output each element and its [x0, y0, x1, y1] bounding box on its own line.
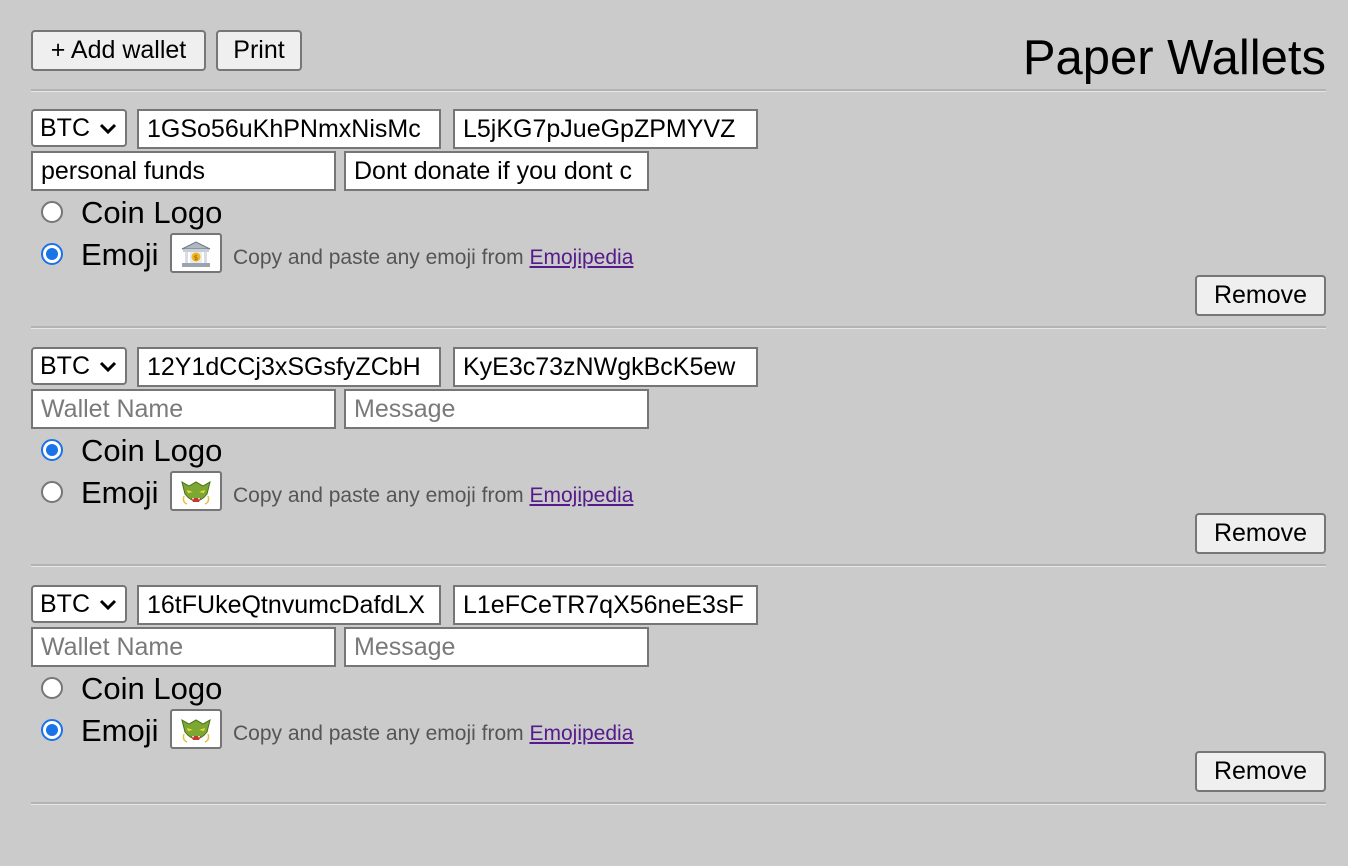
goblin-mask-icon	[181, 480, 211, 505]
print-button[interactable]: Print	[216, 30, 302, 71]
coin-logo-label: Coin Logo	[81, 195, 223, 230]
wallet-card: BTC 12Y1dCCj3xSGsfyZCbH KyE3c73zNWgkBcK5…	[31, 347, 1326, 573]
private-key-field[interactable]: L5jKG7pJueGpZPMYVZ	[453, 109, 758, 149]
emoji-hint-text: Copy and paste any emoji from	[233, 246, 530, 269]
emoji-label: Emoji	[81, 713, 159, 748]
emoji-label: Emoji	[81, 237, 159, 272]
remove-button[interactable]: Remove	[1195, 751, 1326, 792]
divider	[31, 564, 1326, 567]
emojipedia-link[interactable]: Emojipedia	[529, 484, 633, 507]
divider	[31, 802, 1326, 805]
coin-logo-label: Coin Logo	[81, 671, 223, 706]
wallet-name-field[interactable]: Wallet Name	[31, 389, 336, 429]
emoji-input[interactable]	[170, 709, 222, 749]
emoji-input[interactable]	[170, 471, 222, 511]
bank-icon: $	[181, 241, 211, 267]
wallet-name-field[interactable]: Wallet Name	[31, 627, 336, 667]
coin-logo-radio[interactable]	[41, 201, 63, 223]
emoji-radio[interactable]	[41, 481, 63, 503]
message-field[interactable]: Message	[344, 389, 649, 429]
coin-select-value: BTC	[40, 352, 90, 380]
header: + Add wallet Print Paper Wallets	[31, 30, 1326, 90]
wallet-card: BTC 1GSo56uKhPNmxNisMc L5jKG7pJueGpZPMYV…	[31, 109, 1326, 335]
emoji-label: Emoji	[81, 475, 159, 510]
chevron-down-icon	[99, 599, 117, 611]
emoji-radio[interactable]	[41, 243, 63, 265]
coin-logo-radio[interactable]	[41, 439, 63, 461]
coin-select[interactable]: BTC	[31, 347, 127, 385]
svg-text:$: $	[194, 254, 198, 262]
page-title: Paper Wallets	[1022, 31, 1326, 85]
message-field[interactable]: Message	[344, 627, 649, 667]
emoji-hint: Copy and paste any emoji from Emojipedia	[233, 483, 633, 509]
paper-wallets-page: + Add wallet Print Paper Wallets BTC 1GS…	[0, 0, 1348, 866]
emoji-hint-text: Copy and paste any emoji from	[233, 484, 530, 507]
emojipedia-link[interactable]: Emojipedia	[529, 246, 633, 269]
emoji-radio[interactable]	[41, 719, 63, 741]
message-field[interactable]: Dont donate if you dont c	[344, 151, 649, 191]
emoji-hint: Copy and paste any emoji from Emojipedia	[233, 245, 633, 271]
emoji-input[interactable]: $	[170, 233, 222, 273]
coin-logo-radio[interactable]	[41, 677, 63, 699]
public-key-field[interactable]: 12Y1dCCj3xSGsfyZCbH	[137, 347, 441, 387]
emoji-hint: Copy and paste any emoji from Emojipedia	[233, 721, 633, 747]
wallet-card: BTC 16tFUkeQtnvumcDafdLX L1eFCeTR7qX56ne…	[31, 585, 1326, 811]
divider	[31, 89, 1326, 92]
private-key-field[interactable]: L1eFCeTR7qX56neE3sF	[453, 585, 758, 625]
remove-button[interactable]: Remove	[1195, 513, 1326, 554]
coin-select[interactable]: BTC	[31, 109, 127, 147]
goblin-mask-icon	[181, 718, 211, 743]
divider	[31, 326, 1326, 329]
coin-select-value: BTC	[40, 590, 90, 618]
emoji-hint-text: Copy and paste any emoji from	[233, 722, 530, 745]
public-key-field[interactable]: 16tFUkeQtnvumcDafdLX	[137, 585, 441, 625]
emojipedia-link[interactable]: Emojipedia	[529, 722, 633, 745]
coin-select[interactable]: BTC	[31, 585, 127, 623]
chevron-down-icon	[99, 361, 117, 373]
remove-button[interactable]: Remove	[1195, 275, 1326, 316]
coin-logo-label: Coin Logo	[81, 433, 223, 468]
coin-select-value: BTC	[40, 114, 90, 142]
private-key-field[interactable]: KyE3c73zNWgkBcK5ew	[453, 347, 758, 387]
public-key-field[interactable]: 1GSo56uKhPNmxNisMc	[137, 109, 441, 149]
wallet-name-field[interactable]: personal funds	[31, 151, 336, 191]
add-wallet-button[interactable]: + Add wallet	[31, 30, 206, 71]
chevron-down-icon	[99, 123, 117, 135]
